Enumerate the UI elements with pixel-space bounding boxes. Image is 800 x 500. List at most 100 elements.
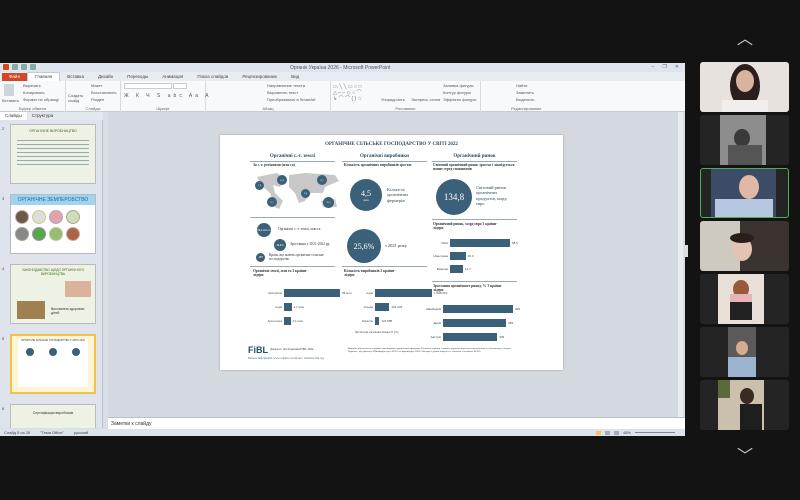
bar-label: Австрія [430, 335, 441, 339]
tab-outline[interactable]: Структура [27, 112, 58, 120]
chart-bar [443, 319, 507, 327]
images-grid [15, 210, 91, 241]
participant-video[interactable] [700, 115, 789, 165]
bar-label: США [441, 241, 448, 245]
font-format-buttons[interactable]: Ж К Ч S abc Aa A [124, 93, 209, 100]
slide-number: 4 [2, 266, 5, 271]
minimize-button[interactable]: – [652, 64, 655, 70]
section-button[interactable]: Раздел [91, 97, 117, 104]
tab-animations[interactable]: Анимация [155, 74, 190, 79]
photo [17, 301, 45, 319]
slide-thumbnail[interactable]: ЗАКОНОДАВСТВО ЩОДО ОРГАНІЧНОГО ВИРОБНИЦТ… [10, 264, 96, 324]
slide-thumbnail[interactable]: Сертифікація виробників [10, 404, 96, 428]
tab-design[interactable]: Дизайн [91, 74, 120, 79]
col-subtitle: За с.-г. регіонами (млн га) [253, 163, 295, 167]
bar-value: 12,7 [465, 267, 471, 271]
participants-panel: ︿ ﹀ [690, 0, 800, 500]
zoom-level[interactable]: 48% [623, 430, 631, 435]
tab-transitions[interactable]: Переходы [120, 74, 155, 79]
shapes-gallery[interactable]: ▭ ╲ ╲ ▭ ○ □ △ ⌐ ⌐ ◇ ○ ⌒ ↳ ⌒ ⌒ { } ☆ [333, 84, 375, 104]
group-label: Слайды [85, 106, 101, 111]
participant-video-speaking[interactable] [700, 168, 789, 218]
fibl-logo: FiBL [248, 345, 268, 355]
participant-video[interactable] [700, 274, 789, 324]
tab-view[interactable]: Вид [284, 74, 306, 79]
quick-access-toolbar [3, 64, 36, 70]
cut-button[interactable]: Вырезать [23, 83, 62, 90]
chart-bar [443, 305, 513, 313]
participant-video[interactable] [700, 62, 789, 112]
col-subtitle: Світовий органічний ринок зростає і лікв… [433, 163, 515, 172]
participant-video[interactable] [700, 380, 789, 430]
maximize-button[interactable]: ❐ [662, 64, 666, 70]
redo-icon[interactable] [30, 64, 36, 70]
tab-review[interactable]: Рецензирование [235, 74, 284, 79]
current-slide[interactable]: ОРГАНІЧНЕ СІЛЬСЬКЕ ГОСПОДАРСТВО У СВІТІ … [220, 135, 563, 370]
paragraph-group: Направление текста Выровнять текст Преоб… [206, 81, 331, 112]
slide-number: 2 [2, 126, 5, 131]
new-slide-button[interactable]: Создать слайд [68, 93, 84, 103]
chart-bar [375, 289, 432, 297]
farmers-growth-value: 25,6% [347, 229, 381, 263]
font-size-select[interactable] [173, 83, 188, 89]
arrange-button[interactable]: Упорядочить [381, 97, 405, 102]
window-title: Органік Україна 2026 - Microsoft PowerPo… [290, 65, 391, 71]
tab-file[interactable]: Файл [2, 72, 28, 81]
quick-styles-button[interactable]: Экспресс-стили [411, 97, 440, 102]
chart-bar [443, 333, 498, 341]
scroll-down-button[interactable]: ﹀ [735, 442, 755, 466]
slide-thumbnail[interactable]: ОРГАНІЧНЕ ЗЕМЛЕРОБСТВО [10, 194, 96, 254]
tab-slides[interactable]: Слайды [0, 112, 27, 120]
sorter-view-icon[interactable] [604, 430, 610, 435]
bar-label: Індія [366, 291, 373, 295]
align-text-button[interactable]: Выровнять текст [267, 90, 327, 97]
shape-effects-button[interactable]: Эффекты фигуры [443, 97, 476, 104]
paste-button[interactable]: Вставить [2, 98, 19, 103]
zoom-slider[interactable] [635, 432, 675, 433]
bar-value: 4,1 млн [292, 319, 304, 323]
notes-pane[interactable]: Заметки к слайду [108, 417, 685, 429]
layout-button[interactable]: Макет [91, 83, 117, 90]
status-bar: Слайд 5 из 28 "Тема Office" русский 48% [0, 429, 685, 436]
slide-thumbnails-pane[interactable]: ОРГАНІЧНЕ ВИРОБНИЦТВО 2 ОРГАНІЧНЕ ЗЕМЛЕР… [0, 120, 103, 428]
slide-thumbnail[interactable]: ОРГАНІЧНЕ ВИРОБНИЦТВО [10, 124, 96, 184]
bar-label: Франція [436, 267, 448, 271]
scroll-up-button[interactable]: ︿ [735, 25, 755, 49]
tab-insert[interactable]: Вставка [60, 74, 91, 79]
slide-thumbnail-selected[interactable]: ОРГАНІЧНЕ СІЛЬСЬКЕ ГОСПОДАРСТВО У СВІТІ … [10, 334, 96, 394]
shape-fill-button[interactable]: Заливка фигуры [443, 83, 476, 90]
reset-button[interactable]: Восстановить [91, 90, 117, 97]
participant-video[interactable] [700, 327, 789, 377]
tab-slideshow[interactable]: Показ слайдов [190, 74, 235, 79]
find-button[interactable]: Найти [516, 83, 538, 90]
bar-value: 58,6 [512, 241, 518, 245]
col-header: Органічні виробники [360, 154, 409, 159]
normal-view-icon[interactable] [595, 430, 601, 435]
close-button[interactable]: ✕ [675, 64, 679, 70]
vertical-scrollbar[interactable] [678, 112, 683, 417]
panel-resize-handle[interactable] [685, 245, 688, 257]
select-button[interactable]: Выделить [516, 97, 538, 104]
copy-button[interactable]: Копировать [23, 90, 62, 97]
reading-view-icon[interactable] [613, 430, 619, 435]
shape-outline-button[interactable]: Контур фигуры [443, 90, 476, 97]
save-icon[interactable] [12, 64, 18, 70]
market-value: 134,8 [436, 179, 472, 215]
replace-button[interactable]: Заменить [516, 90, 538, 97]
slide-editing-area[interactable]: ОРГАНІЧНЕ СІЛЬСЬКЕ ГОСПОДАРСТВО У СВІТІ … [108, 112, 683, 417]
smartart-button[interactable]: Преобразовать в SmartArt [267, 97, 327, 104]
countries-value: 188 [256, 253, 265, 262]
land-value: 96,4 млн га [257, 223, 271, 237]
bar-value: 329 [499, 335, 505, 339]
paste-icon [4, 84, 14, 96]
format-painter-button[interactable]: Формат по образцу [23, 97, 62, 104]
tab-home[interactable]: Главная [27, 72, 61, 81]
text-direction-button[interactable]: Направление текста [267, 83, 327, 90]
participant-video[interactable] [700, 221, 789, 271]
bar-label: Індія [275, 305, 282, 309]
undo-icon[interactable] [21, 64, 27, 70]
font-name-select[interactable] [124, 83, 172, 89]
region-value: 35,2 [323, 197, 334, 208]
bar-label: Уганда [363, 305, 373, 309]
language[interactable]: русский [74, 430, 88, 435]
